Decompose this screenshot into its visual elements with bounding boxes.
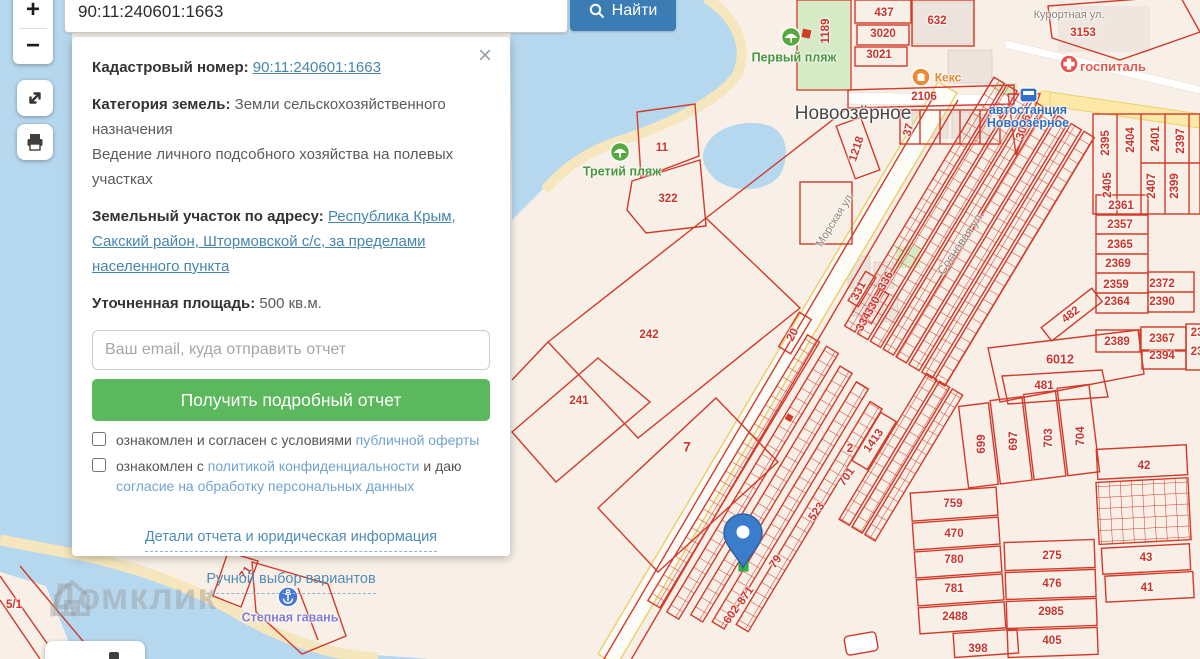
area-row: Уточненная площадь: 500 кв.м. (92, 291, 490, 316)
manual-selection-link[interactable]: Ручной выбор вариантов (206, 567, 376, 594)
personal-data-link[interactable]: согласие на обработку персональных данны… (116, 478, 414, 494)
category-note: Ведение личного подсобного хозяйства на … (92, 146, 454, 188)
address-label: Земельный участок по адресу: (92, 208, 324, 225)
search-icon (589, 3, 604, 19)
search-button-label: Найти (611, 2, 658, 19)
offer-checkbox-row: ознакомлен и согласен с условиями публич… (92, 430, 490, 450)
beach-icon-perviy (780, 26, 802, 48)
zoom-control: + − (13, 0, 53, 64)
address-row: Земельный участок по адресу: Республика … (92, 204, 490, 279)
cadastral-number-row: Кадастровый номер: 90:11:240601:1663 (92, 55, 490, 80)
privacy-text-2: и даю (423, 458, 462, 474)
print-icon (27, 134, 43, 151)
footer-links: Детали отчета и юридическая информация Р… (92, 524, 490, 594)
search-input[interactable] (64, 0, 568, 33)
control-glyph (109, 652, 119, 659)
offer-checkbox[interactable] (92, 432, 106, 446)
print-button[interactable] (17, 124, 53, 160)
privacy-checkbox[interactable] (92, 458, 106, 472)
category-label: Категория земель: (92, 96, 231, 113)
zoom-out-button[interactable]: − (13, 29, 53, 65)
hospital-icon (1059, 54, 1079, 74)
cadastral-map-app: 437 632 3020 3021 1189 2106 37 3036 3153 1218 11 32… (0, 0, 1200, 659)
report-details-link[interactable]: Детали отчета и юридическая информация (144, 525, 438, 552)
zoom-in-button[interactable]: + (13, 0, 53, 28)
close-icon[interactable]: × (472, 43, 498, 69)
offer-link[interactable]: публичной оферты (356, 432, 480, 448)
cadastral-label: Кадастровый номер: (92, 59, 249, 76)
cafe-icon-keks (911, 67, 931, 87)
privacy-policy-link[interactable]: политикой конфиденциальности (208, 458, 420, 474)
area-label: Уточненная площадь: (92, 295, 256, 312)
beach-icon-tretiy (609, 141, 631, 163)
email-input[interactable] (92, 330, 490, 370)
privacy-text-1: ознакомлен с (116, 458, 204, 474)
fullscreen-icon (29, 92, 41, 104)
area-value: 500 кв.м. (259, 295, 322, 312)
cadastral-number-link[interactable]: 90:11:240601:1663 (253, 59, 381, 76)
bottom-left-control[interactable] (45, 641, 145, 659)
get-report-button[interactable]: Получить подробный отчет (92, 379, 490, 421)
bus-station-icon (1019, 87, 1038, 103)
privacy-checkbox-row: ознакомлен с политикой конфиденциальност… (92, 456, 490, 496)
parcel-info-popup: × Кадастровый номер: 90:11:240601:1663 К… (72, 37, 510, 594)
category-row: Категория земель: Земли сельскохозяйстве… (92, 92, 490, 192)
search-button[interactable]: Найти (570, 0, 676, 31)
fullscreen-button[interactable] (17, 80, 53, 116)
offer-text: ознакомлен и согласен с условиями (116, 432, 352, 448)
